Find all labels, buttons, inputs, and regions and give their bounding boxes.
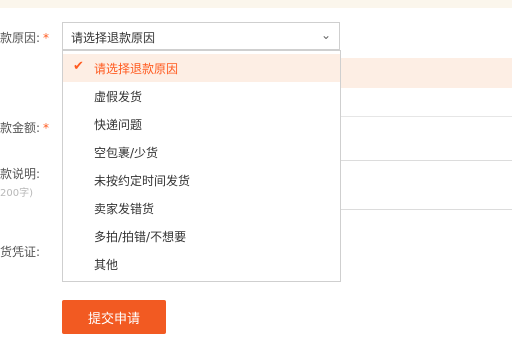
submit-button[interactable]: 提交申请	[62, 300, 166, 334]
refund-reason-select[interactable]: 请选择退款原因 ⌄	[62, 22, 340, 50]
refund-reason-label: 款原因: *	[0, 29, 49, 46]
refund-description-textarea[interactable]	[340, 160, 512, 210]
dropdown-option-label: 卖家发错货	[94, 202, 155, 216]
dropdown-option[interactable]: 空包裹/少货	[63, 138, 340, 166]
dropdown-option[interactable]: 多拍/拍错/不想要	[63, 222, 340, 250]
required-mark: *	[43, 31, 50, 45]
dropdown-option-label: 未按约定时间发货	[94, 174, 191, 188]
dropdown-option[interactable]: 其他	[63, 250, 340, 278]
proof-upload-label-text: 货凭证:	[0, 245, 41, 259]
select-value: 请选择退款原因	[71, 31, 156, 45]
chevron-down-icon[interactable]: ⌄	[321, 28, 331, 42]
refund-reason-dropdown: ✔ 请选择退款原因 虚假发货 快递问题 空包裹/少货 未按约定时间发货 卖家发错…	[62, 50, 341, 282]
dropdown-option-label: 多拍/拍错/不想要	[94, 230, 187, 244]
proof-upload-label: 货凭证:	[0, 243, 40, 260]
dropdown-option-label: 请选择退款原因	[94, 62, 179, 76]
dropdown-option[interactable]: ✔ 请选择退款原因	[63, 54, 340, 82]
dropdown-option-label: 空包裹/少货	[94, 146, 159, 160]
dropdown-option[interactable]: 快递问题	[63, 110, 340, 138]
check-icon: ✔	[73, 59, 84, 74]
dropdown-option-label: 其他	[94, 258, 119, 272]
refund-amount-label: 款金额: *	[0, 119, 49, 136]
refund-amount-field[interactable]	[340, 116, 512, 143]
top-background-strip	[0, 0, 512, 8]
dropdown-option-label: 快递问题	[94, 118, 143, 132]
dropdown-option-label: 虚假发货	[94, 90, 143, 104]
notice-banner	[340, 58, 512, 88]
dropdown-option[interactable]: 虚假发货	[63, 82, 340, 110]
dropdown-option[interactable]: 卖家发错货	[63, 194, 340, 222]
refund-reason-label-text: 款原因:	[0, 31, 41, 45]
required-mark: *	[43, 121, 50, 135]
refund-amount-label-text: 款金额:	[0, 121, 41, 135]
refund-description-label: 款说明:	[0, 165, 40, 182]
description-length-hint: 200字)	[0, 188, 33, 199]
dropdown-option[interactable]: 未按约定时间发货	[63, 166, 340, 194]
refund-description-label-text: 款说明:	[0, 167, 41, 181]
